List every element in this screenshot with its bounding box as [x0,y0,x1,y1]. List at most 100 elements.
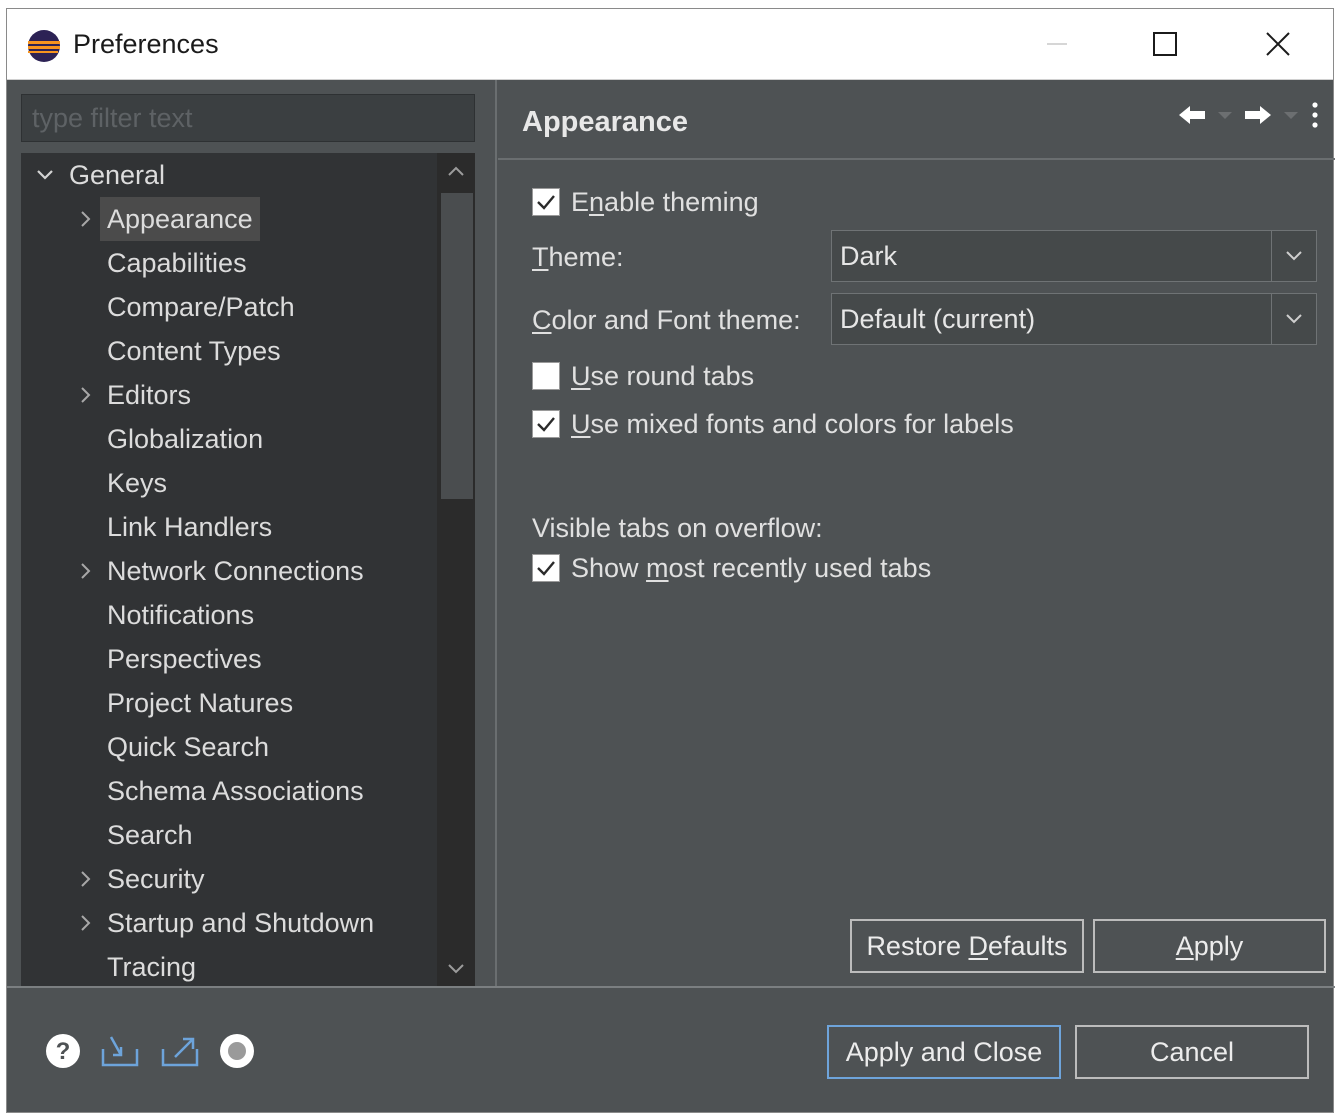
apply-and-close-button[interactable]: Apply and Close [827,1025,1061,1079]
tree-item[interactable]: Capabilities [21,241,437,285]
checkmark-icon [537,195,555,210]
maximize-button[interactable] [1137,21,1193,67]
color-font-theme-select[interactable]: Default (current) [831,293,1317,345]
apply-button[interactable]: Apply [1093,919,1326,973]
theme-select[interactable]: Dark [831,230,1317,282]
tree-item-label: Project Natures [107,688,294,718]
chevron-right-icon[interactable] [75,197,95,241]
enable-theming-checkbox[interactable]: Enable theming [532,185,759,219]
tree-item-label: Keys [107,468,168,498]
tree-item[interactable]: Appearance [21,197,437,241]
tree-item-label: Schema Associations [107,776,364,806]
tree-item-label: Tracing [107,952,197,982]
tree-item-label: Quick Search [107,732,270,762]
tree-item[interactable]: Security [21,857,437,901]
enable-theming-label: Enable theming [571,186,759,217]
tree-item[interactable]: Quick Search [21,725,437,769]
forward-arrow-icon[interactable] [1243,104,1273,131]
tree-item[interactable]: Content Types [21,329,437,373]
tree-item[interactable]: Keys [21,461,437,505]
chevron-down-icon [1286,251,1302,261]
back-dropdown-icon[interactable] [1215,108,1235,126]
mixed-fonts-checkbox[interactable]: Use mixed fonts and colors for labels [532,407,1014,441]
export-icon[interactable] [159,1033,201,1074]
tree-item[interactable]: Perspectives [21,637,437,681]
checkbox-box[interactable] [532,554,560,582]
tree-item-label: Notifications [107,600,255,630]
tree-item[interactable]: Globalization [21,417,437,461]
tree-item[interactable]: Startup and Shutdown [21,901,437,945]
import-icon[interactable] [99,1033,141,1074]
color-font-theme-dropdown-button[interactable] [1271,294,1316,344]
tree-item-label: Appearance [100,197,260,241]
chevron-right-icon[interactable] [75,373,95,417]
theme-select-value: Dark [840,241,898,271]
forward-dropdown-icon[interactable] [1281,108,1301,126]
page-header: Appearance [498,80,1335,160]
tree-item[interactable]: Tracing [21,945,437,987]
cancel-button[interactable]: Cancel [1075,1025,1309,1079]
chevron-right-icon[interactable] [75,549,95,593]
round-tabs-checkbox[interactable]: Use round tabs [532,359,754,393]
tree-item[interactable]: Schema Associations [21,769,437,813]
mixed-fonts-label: Use mixed fonts and colors for labels [571,408,1014,439]
chevron-right-icon[interactable] [75,857,95,901]
chevron-down-icon[interactable] [35,153,55,197]
title-bar[interactable]: Preferences [7,9,1333,80]
preferences-dialog: Preferences General Appearance Capabilitie… [6,8,1335,1113]
appearance-settings: Enable theming Theme: Dark Color and Fon… [498,162,1335,986]
restore-defaults-label: Restore Defaults [866,930,1068,961]
color-font-theme-value: Default (current) [840,304,1036,334]
theme-dropdown-button[interactable] [1271,231,1316,281]
preference-tree[interactable]: General Appearance Capabilities Compare/Pat… [21,153,475,987]
chevron-down-icon [1286,314,1302,324]
back-arrow-icon[interactable] [1177,104,1207,131]
chevron-up-icon [448,166,464,176]
close-button[interactable] [1250,21,1306,67]
scroll-down-button[interactable] [437,951,475,987]
tree-item[interactable]: Editors [21,373,437,417]
minimize-button[interactable] [1029,21,1085,67]
tree-item-label: Perspectives [107,644,262,674]
overflow-heading: Visible tabs on overflow: [532,513,823,543]
panel-divider[interactable] [495,80,497,986]
eclipse-logo-icon [28,30,60,62]
tree-item-label: Link Handlers [107,512,273,542]
tree-item[interactable]: Search [21,813,437,857]
scroll-up-button[interactable] [437,153,475,189]
tree-item-label: Globalization [107,424,264,454]
view-menu-icon[interactable] [1309,101,1321,134]
tree-item-label: Capabilities [107,248,247,278]
checkbox-box[interactable] [532,362,560,390]
tree-item[interactable]: Link Handlers [21,505,437,549]
tree-item[interactable]: Compare/Patch [21,285,437,329]
chevron-down-icon [448,964,464,974]
show-mru-tabs-checkbox[interactable]: Show most recently used tabs [532,551,931,585]
restore-defaults-button[interactable]: Restore Defaults [850,919,1084,973]
record-icon[interactable] [219,1033,255,1074]
checkmark-icon [537,417,555,432]
page-navigation [1177,101,1321,134]
filter-input[interactable] [21,94,475,142]
tree-item[interactable]: Network Connections [21,549,437,593]
help-icon[interactable]: ? [45,1033,81,1074]
tree-item-label: Content Types [107,336,281,366]
tree-scrollbar[interactable] [437,153,475,987]
maximize-icon [1153,32,1177,56]
tree-item-label: Compare/Patch [107,292,295,322]
cancel-label: Cancel [1149,1036,1235,1067]
tree-item[interactable]: Project Natures [21,681,437,725]
tree-item[interactable]: General [21,153,437,197]
checkmark-icon [537,561,555,576]
checkbox-box[interactable] [532,188,560,216]
minimize-icon [1047,43,1067,45]
apply-and-close-label: Apply and Close [845,1036,1043,1067]
tree-item[interactable]: Notifications [21,593,437,637]
page-title: Appearance [522,106,689,138]
checkbox-box[interactable] [532,410,560,438]
scroll-thumb[interactable] [441,193,473,499]
color-font-theme-label: Color and Font theme: [532,305,801,335]
chevron-right-icon[interactable] [75,901,95,945]
tree-item-label: Network Connections [107,556,364,586]
tree-item-label: Editors [107,380,192,410]
